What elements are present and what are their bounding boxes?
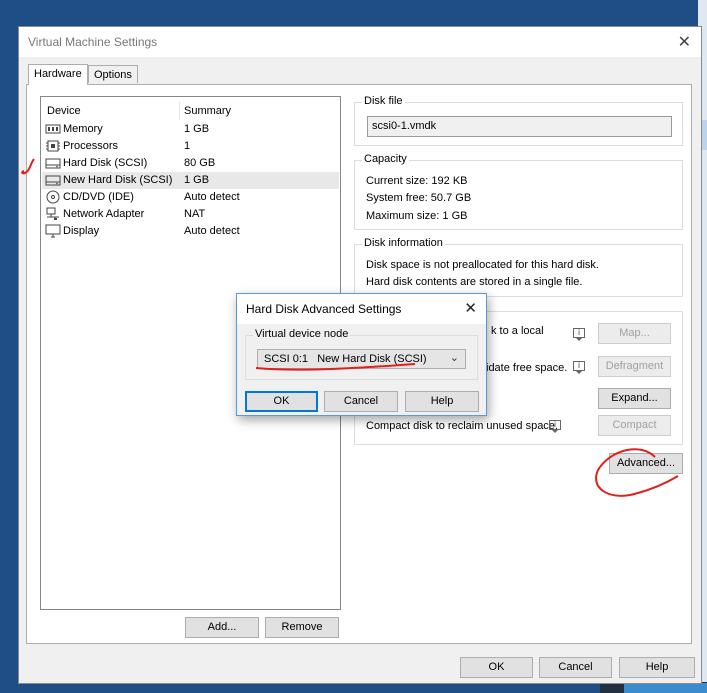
network-adapter-icon: [46, 207, 59, 220]
dialog-title-bar: Hard Disk Advanced Settings ✕: [237, 294, 486, 324]
tab-hardware[interactable]: Hardware: [28, 64, 88, 85]
device-summary: 1 GB: [184, 123, 210, 135]
disk-info-line-1: Disk space is not preallocated for this …: [366, 259, 599, 271]
device-name: Network Adapter: [63, 208, 145, 220]
hard-disk-icon: [45, 175, 61, 186]
expand-button[interactable]: Expand...: [598, 388, 671, 409]
virtual-device-node-label: Virtual device node: [253, 328, 351, 340]
defragment-description: idate free space.: [486, 362, 568, 374]
device-name: New Hard Disk (SCSI): [63, 174, 173, 186]
advanced-button[interactable]: Advanced...: [609, 453, 683, 474]
info-icon: i: [549, 420, 561, 433]
device-row-display[interactable]: Display Auto detect: [42, 223, 339, 240]
title-bar: Virtual Machine Settings ✕: [19, 27, 701, 57]
map-button[interactable]: Map...: [598, 323, 671, 344]
device-row-processors[interactable]: Processors 1: [42, 138, 339, 155]
device-row-memory[interactable]: Memory 1 GB: [42, 121, 339, 138]
dialog-cancel-button[interactable]: Cancel: [324, 391, 398, 412]
device-row-new-hard-disk[interactable]: New Hard Disk (SCSI) 1 GB: [42, 172, 339, 189]
processor-icon: [46, 140, 60, 152]
disk-info-line-2: Hard disk contents are stored in a singl…: [366, 276, 583, 288]
add-button[interactable]: Add...: [185, 617, 259, 638]
capacity-label: Capacity: [362, 153, 409, 165]
dialog-title: Hard Disk Advanced Settings: [246, 302, 402, 316]
device-summary: Auto detect: [184, 225, 240, 237]
selected-node: SCSI 0:1 New Hard Disk (SCSI): [264, 353, 427, 365]
virtual-device-node-select[interactable]: SCSI 0:1 New Hard Disk (SCSI) ⌄: [257, 349, 466, 369]
device-row-hard-disk[interactable]: Hard Disk (SCSI) 80 GB: [42, 155, 339, 172]
device-summary: 1: [184, 140, 191, 152]
device-name: Memory: [63, 123, 103, 135]
dialog-ok-button[interactable]: OK: [245, 391, 318, 412]
device-summary: NAT: [184, 208, 206, 220]
info-icon: i: [573, 328, 585, 341]
map-description: k to a local: [491, 325, 544, 337]
device-row-network-adapter[interactable]: Network Adapter NAT: [42, 206, 339, 223]
hard-disk-icon: [45, 158, 61, 169]
device-name: Display: [63, 225, 100, 237]
remove-button[interactable]: Remove: [265, 617, 339, 638]
memory-icon: [45, 124, 61, 134]
device-summary: Auto detect: [184, 191, 240, 203]
device-row-cd-dvd[interactable]: CD/DVD (IDE) Auto detect: [42, 189, 339, 206]
taskbar-fragment-blue: [624, 683, 707, 693]
device-summary: 80 GB: [184, 157, 216, 169]
info-icon: i: [573, 361, 585, 374]
chevron-down-icon: ⌄: [449, 352, 459, 364]
ok-button[interactable]: OK: [460, 657, 533, 678]
device-name: CD/DVD (IDE): [63, 191, 134, 203]
tab-options[interactable]: Options: [88, 65, 138, 83]
dialog-help-button[interactable]: Help: [405, 391, 479, 412]
current-size: Current size: 192 KB: [366, 175, 468, 187]
column-device: Device: [47, 105, 81, 117]
disk-file-label: Disk file: [362, 95, 405, 107]
column-summary: Summary: [184, 105, 232, 117]
cd-dvd-icon: [46, 190, 60, 204]
advanced-settings-dialog: Hard Disk Advanced Settings ✕ Virtual de…: [236, 293, 487, 416]
system-free: System free: 50.7 GB: [366, 192, 472, 204]
disk-file-group: Disk file scsi0-1.vmdk: [354, 95, 683, 146]
close-icon[interactable]: ✕: [678, 32, 691, 52]
defragment-button[interactable]: Defragment: [598, 356, 671, 377]
device-name: Hard Disk (SCSI): [63, 157, 148, 169]
help-button[interactable]: Help: [619, 657, 695, 678]
display-icon: [45, 224, 61, 238]
device-summary: 1 GB: [184, 174, 210, 186]
disk-file-field[interactable]: scsi0-1.vmdk: [367, 116, 672, 137]
device-list-header: Device Summary: [41, 100, 340, 120]
disk-information-group: Disk information Disk space is not preal…: [354, 237, 683, 297]
cancel-button[interactable]: Cancel: [539, 657, 612, 678]
capacity-group: Capacity Current size: 192 KB System fre…: [354, 153, 683, 230]
compact-description: Compact disk to reclaim unused space.: [366, 420, 558, 432]
virtual-device-node-group: Virtual device node SCSI 0:1 New Hard Di…: [245, 328, 478, 380]
window-title: Virtual Machine Settings: [28, 35, 158, 49]
maximum-size: Maximum size: 1 GB: [366, 210, 468, 222]
disk-information-label: Disk information: [362, 237, 445, 249]
compact-button[interactable]: Compact: [598, 415, 671, 436]
close-icon[interactable]: ✕: [464, 299, 477, 317]
device-name: Processors: [63, 140, 119, 152]
